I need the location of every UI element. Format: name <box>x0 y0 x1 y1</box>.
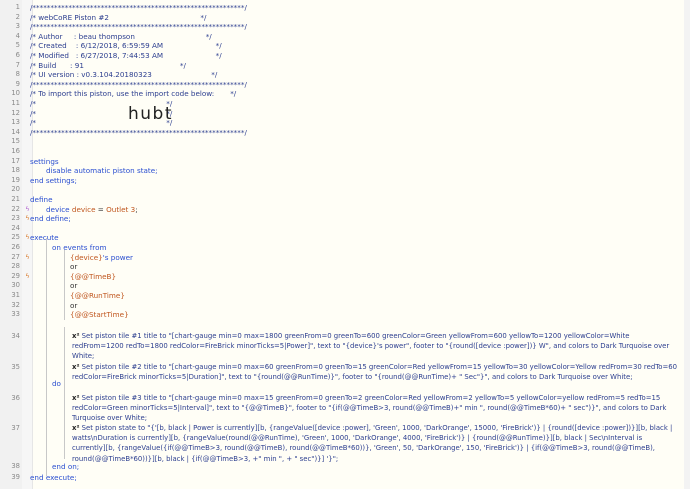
statement-icon: x² <box>72 332 80 340</box>
statement-tile-3[interactable]: x² Set piston tile #3 title to "[chart-g… <box>72 393 677 424</box>
event-runtime[interactable]: {@@RunTime} <box>70 290 125 301</box>
events-bracket <box>64 250 65 320</box>
statement-tile-1-real[interactable]: x² Set piston tile #1 title to "[chart-g… <box>72 331 677 362</box>
line-number: 37 <box>11 424 20 432</box>
import-code[interactable]: hubt <box>128 104 173 124</box>
vertical-scrollbar[interactable] <box>684 0 690 489</box>
define-assign: = <box>95 204 107 214</box>
statement-text: Set piston tile #2 title to "[chart-gaug… <box>72 363 678 382</box>
line-number: 36 <box>11 394 20 402</box>
line-number: 38 <box>11 462 20 470</box>
bolt-marker-icon: ϟ <box>25 271 30 280</box>
statement-text: Set piston tile #1 title to "[chart-gaug… <box>72 332 670 361</box>
define-device-name: device <box>71 204 96 214</box>
line-number: 39 <box>11 473 20 481</box>
event-device-attr: 's power <box>102 252 133 262</box>
statement-text: Set piston state to "{'[b, black | Power… <box>72 424 673 463</box>
execute-block-guide <box>46 238 47 476</box>
do-keyword[interactable]: do <box>52 378 61 389</box>
settings-end[interactable]: end settings; <box>30 175 77 186</box>
statement-tile-2[interactable]: x² Set piston tile #2 title to "[chart-g… <box>72 362 677 382</box>
line-number: 35 <box>11 363 20 371</box>
line-number: 33 <box>11 310 20 319</box>
define-semicolon: ; <box>135 204 138 214</box>
statement-icon: x² <box>72 394 80 402</box>
statement-text: Set piston tile #3 title to "[chart-gaug… <box>72 394 667 423</box>
bolt-marker-icon: ϟ <box>25 252 30 261</box>
statement-piston-state[interactable]: x² Set piston state to "{'[b, black | Po… <box>72 423 677 464</box>
define-device-value: Outlet 3 <box>106 204 136 214</box>
execute-end[interactable]: end execute; <box>30 472 77 483</box>
event-device-power[interactable]: {device}'s power <box>70 252 133 263</box>
statement-icon: x² <box>72 424 80 432</box>
header-border: /***************************************… <box>30 127 247 137</box>
statement-icon: x² <box>72 363 80 371</box>
line-number: 34 <box>11 332 20 340</box>
do-bracket <box>64 327 65 459</box>
event-starttime[interactable]: {@@StartTime} <box>70 309 129 320</box>
define-end[interactable]: end define; <box>30 213 71 224</box>
